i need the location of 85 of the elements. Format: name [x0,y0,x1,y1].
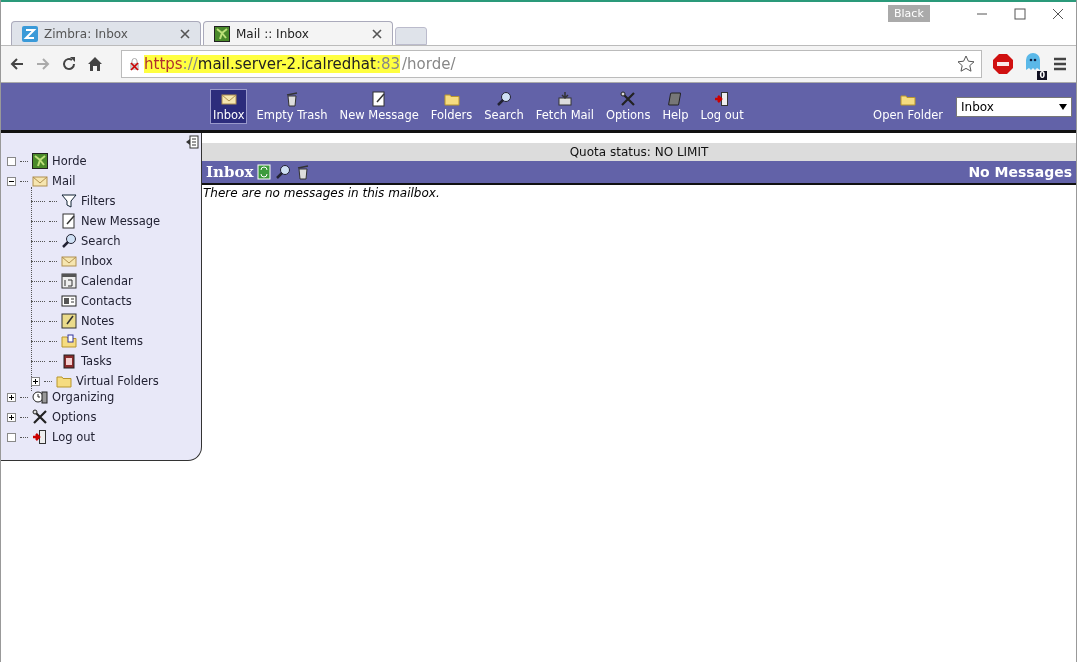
search-icon [496,91,513,107]
note-icon [371,91,388,107]
toolbar-button[interactable]: New Message [336,89,422,124]
filter-icon [61,193,77,209]
message-count: No Messages [968,164,1072,180]
url-scheme: https [144,55,183,73]
adblock-icon[interactable] [992,53,1014,75]
open-folder-button[interactable]: Open Folder [870,89,946,124]
notepad-icon [61,313,77,329]
search-icon [275,164,292,180]
search-icon [61,233,77,249]
toolbar-button[interactable]: Inbox [210,89,248,124]
refresh-icon[interactable] [257,164,272,180]
sidebar-item[interactable]: Inbox [81,254,113,268]
expand-toggle-icon[interactable] [7,412,16,422]
clock-icon [32,389,48,405]
sidebar-item[interactable]: Calendar [81,274,133,288]
toolbar-button[interactable]: Fetch Mail [532,89,597,124]
inbox-tray-icon [556,91,573,107]
folder-icon [56,373,72,389]
sidebar-item[interactable]: Mail [52,174,76,188]
toolbar-button[interactable]: Folders [427,89,476,124]
tab-title: Mail :: Inbox [236,26,309,41]
dropdown-caret-icon [1059,103,1067,110]
close-icon[interactable] [180,28,190,39]
sidebar-item[interactable]: Horde [52,154,87,168]
note-icon [61,213,77,229]
sidebar-item[interactable]: Tasks [81,354,112,368]
zimbra-logo-icon [22,25,38,42]
sidebar-item[interactable]: Options [52,410,97,424]
bookmark-star-icon[interactable] [957,55,975,73]
tools-icon [32,409,48,425]
mailbox-title: Inbox [206,163,254,181]
folder-dropdown[interactable]: Inbox [956,96,1072,117]
empty-mailbox-message: There are no messages in this mailbox. [202,185,441,201]
toolbar-button[interactable]: Options [603,89,654,124]
logout-icon [32,429,48,445]
toolbar-button[interactable]: Help [659,89,692,124]
contact-card-icon [61,293,77,309]
tools-icon [620,91,637,107]
folder-icon [61,333,77,349]
expand-toggle-icon[interactable] [7,392,16,402]
sidebar-item[interactable]: Filters [81,194,116,208]
book-icon [667,91,684,107]
quota-status: Quota status: NO LIMIT [202,142,1076,161]
maximize-icon[interactable] [1014,8,1026,20]
extension-badge: 0 [1037,71,1047,80]
url-separator: :// [182,55,198,73]
browser-tab[interactable]: Zimbra: Inbox [11,21,201,45]
expand-toggle-icon[interactable] [31,376,40,386]
sidebar-item[interactable]: Search [81,234,121,248]
url-host: mail.server-2.icalredhat [197,55,376,73]
sidebar-item[interactable]: Sent Items [81,334,143,348]
toolbar-button[interactable]: Log out [697,89,747,124]
horde-logo-icon [32,153,48,169]
close-icon[interactable] [372,28,382,39]
collapse-toggle-icon[interactable] [7,176,16,186]
sidebar-item[interactable]: Contacts [81,294,132,308]
back-icon[interactable] [9,56,25,72]
folder-icon [443,91,460,107]
clipboard-icon [61,353,77,369]
close-icon[interactable] [1052,8,1064,20]
sidebar-item[interactable]: Organizing [52,390,115,404]
url-path: /horde/ [402,55,456,73]
toolbar-button[interactable]: Empty Trash [253,89,331,124]
logout-icon [714,91,731,107]
calendar-icon [61,273,77,289]
toolbar-button[interactable]: Search [481,89,527,124]
reload-icon[interactable] [61,56,77,72]
sidebar-item[interactable]: Log out [52,430,96,444]
sidebar-item[interactable]: New Message [81,214,161,228]
horde-logo-icon [214,25,230,42]
url-port: :83 [375,55,401,73]
sidebar-item[interactable]: Virtual Folders [76,374,159,388]
collapse-sidebar-icon[interactable] [185,135,199,149]
envelope-icon [61,253,77,269]
ghost-icon[interactable] [1024,52,1042,72]
envelope-icon [32,173,48,189]
browser-tab[interactable]: Mail :: Inbox [203,21,393,45]
envelope-icon [220,91,237,107]
home-icon[interactable] [87,56,103,72]
address-bar[interactable]: https://mail.server-2.icalredhat:83/horde/ [121,50,982,78]
tab-title: Zimbra: Inbox [44,26,128,41]
sidebar-item[interactable]: Notes [81,314,115,328]
menu-icon[interactable] [1052,56,1068,72]
